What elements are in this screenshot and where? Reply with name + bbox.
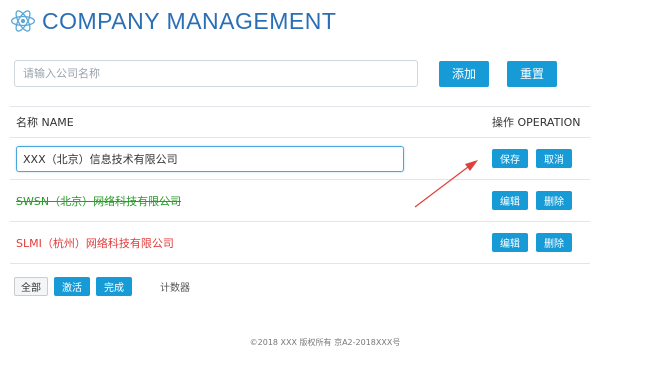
- delete-button[interactable]: 删除: [536, 233, 572, 252]
- operation-cell: 保存 取消: [492, 149, 572, 168]
- page-header: COMPANY MANAGEMENT: [10, 6, 336, 36]
- cancel-button[interactable]: 取消: [536, 149, 572, 168]
- edit-button[interactable]: 编辑: [492, 233, 528, 252]
- save-button[interactable]: 保存: [492, 149, 528, 168]
- search-bar: 添加 重置: [14, 60, 557, 87]
- column-header-name: 名称 NAME: [16, 116, 74, 129]
- company-name-edit-input[interactable]: [16, 145, 404, 172]
- counter-label: 计数器: [160, 283, 190, 294]
- table-header: 名称 NAME 操作 OPERATION: [10, 106, 590, 138]
- operation-cell: 编辑 删除: [492, 233, 572, 252]
- table-row: SWSN（北京）网络科技有限公司 编辑 删除: [10, 180, 590, 222]
- add-button[interactable]: 添加: [439, 60, 489, 87]
- footer-copyright: ©2018 XXX 版权所有 京A2-2018XXX号: [249, 338, 401, 347]
- column-header-operation: 操作 OPERATION: [492, 116, 581, 129]
- filter-done-button[interactable]: 完成: [96, 277, 132, 296]
- delete-button[interactable]: 删除: [536, 191, 572, 210]
- company-name: SWSN（北京）网络科技有限公司: [16, 194, 182, 208]
- company-table: 名称 NAME 操作 OPERATION 保存 取消 SWSN（北京）网络科技有…: [10, 106, 590, 264]
- filter-bar: 全部 激活 完成 计数器: [14, 277, 190, 296]
- operation-cell: 编辑 删除: [492, 191, 572, 210]
- name-cell: [10, 145, 492, 172]
- reset-button[interactable]: 重置: [507, 60, 557, 87]
- search-input[interactable]: [14, 60, 418, 87]
- filter-active-button[interactable]: 激活: [54, 277, 90, 296]
- table-row: SLMI（杭州）网络科技有限公司 编辑 删除: [10, 222, 590, 264]
- company-name: SLMI（杭州）网络科技有限公司: [16, 236, 174, 250]
- page-title: COMPANY MANAGEMENT: [42, 7, 337, 34]
- react-atom-icon: [10, 10, 36, 32]
- filter-all-button[interactable]: 全部: [14, 277, 48, 296]
- edit-button[interactable]: 编辑: [492, 191, 528, 210]
- table-row-editing: 保存 取消: [10, 138, 590, 180]
